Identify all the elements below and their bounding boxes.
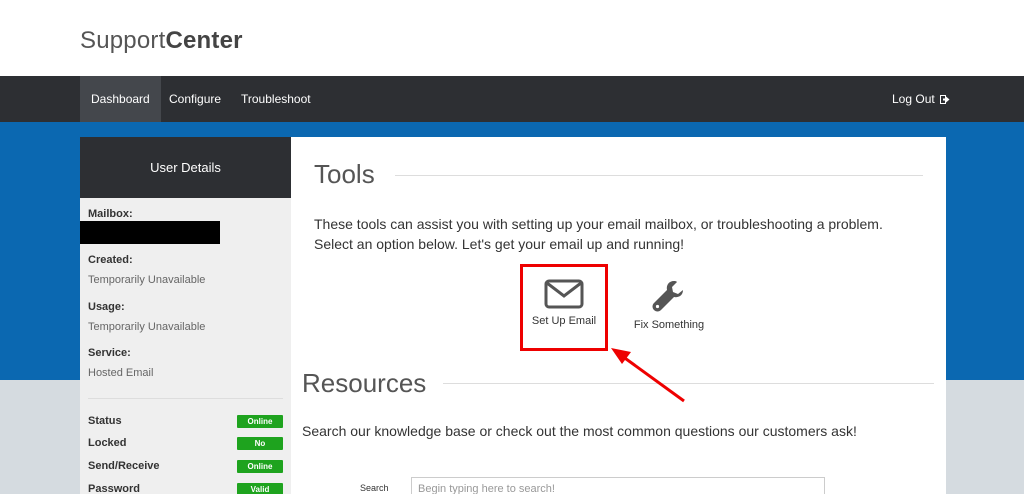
user-details-panel: User Details Mailbox: Created: Temporari…: [80, 137, 291, 494]
mailbox-redacted-value: [80, 221, 220, 244]
fix-something-label: Fix Something: [633, 319, 705, 331]
logout-link[interactable]: Log Out: [881, 76, 950, 122]
brand-part1: Support: [80, 27, 166, 54]
brand-logo[interactable]: SupportCenter: [80, 27, 243, 55]
logout-label: Log Out: [892, 92, 935, 106]
nav-dashboard[interactable]: Dashboard: [80, 76, 161, 122]
brand-part2: Center: [165, 27, 243, 54]
resources-title: Resources: [302, 368, 427, 398]
site-header: SupportCenter: [0, 0, 1024, 76]
locked-badge: No: [237, 437, 283, 450]
tools-title: Tools: [314, 159, 375, 189]
fix-something-button[interactable]: Fix Something: [624, 279, 714, 331]
created-value: Temporarily Unavailable: [88, 274, 206, 286]
service-label: Service:: [88, 347, 131, 359]
password-label: Password: [88, 483, 140, 494]
search-label: Search: [360, 483, 389, 493]
resources-description: Search our knowledge base or check out t…: [302, 423, 857, 439]
send-receive-label: Send/Receive: [88, 460, 160, 472]
set-up-email-label: Set Up Email: [531, 315, 597, 327]
tools-title-rule: [395, 175, 923, 176]
created-label: Created:: [88, 254, 133, 266]
top-navbar: Dashboard Configure Troubleshoot Log Out: [0, 76, 1024, 122]
search-input[interactable]: [411, 477, 825, 494]
main-panel: Tools These tools can assist you with se…: [291, 137, 946, 494]
status-label: Status: [88, 415, 122, 427]
wrench-icon: [652, 281, 683, 312]
usage-label: Usage:: [88, 301, 125, 313]
nav-troubleshoot[interactable]: Troubleshoot: [230, 76, 322, 122]
usage-value: Temporarily Unavailable: [88, 321, 206, 333]
user-details-title: User Details: [80, 137, 291, 198]
password-badge: Valid: [237, 483, 283, 494]
sidebar-divider: [88, 398, 283, 399]
service-value: Hosted Email: [88, 367, 154, 379]
set-up-email-button[interactable]: Set Up Email: [528, 279, 600, 327]
send-receive-badge: Online: [237, 460, 283, 473]
locked-label: Locked: [88, 437, 127, 449]
logout-icon: [940, 95, 950, 104]
nav-configure[interactable]: Configure: [158, 76, 232, 122]
status-badge: Online: [237, 415, 283, 428]
envelope-icon: [544, 279, 584, 309]
tools-description: These tools can assist you with setting …: [314, 216, 883, 252]
resources-title-rule: [443, 383, 934, 384]
mailbox-label: Mailbox:: [88, 208, 133, 220]
